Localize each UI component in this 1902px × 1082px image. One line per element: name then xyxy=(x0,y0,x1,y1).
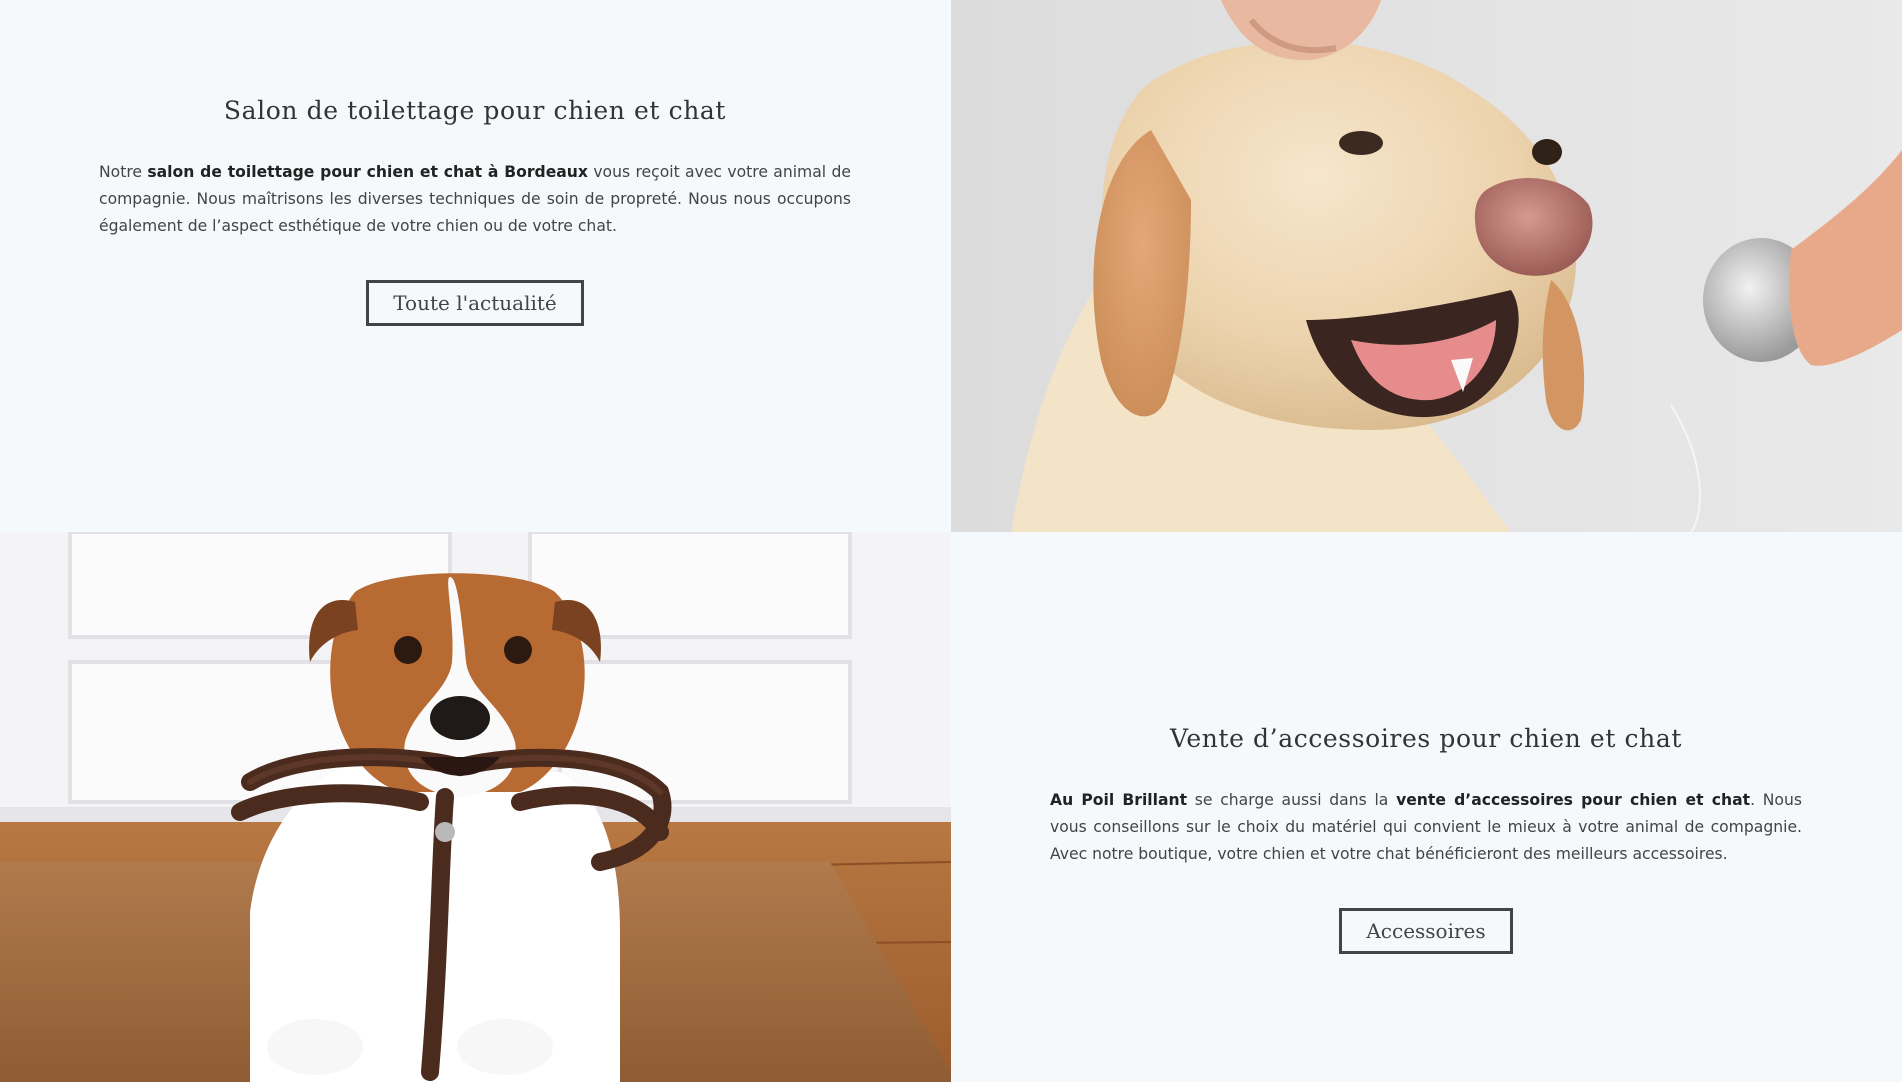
accessories-text-mid: se charge aussi dans la xyxy=(1187,791,1397,809)
accessories-section: Vente d’accessoires pour chien et chat A… xyxy=(951,532,1902,1082)
accessories-title: Vente d’accessoires pour chien et chat xyxy=(1170,724,1682,753)
accessories-text-bold-brand: Au Poil Brillant xyxy=(1050,791,1188,809)
all-news-button[interactable]: Toute l'actualité xyxy=(366,280,584,326)
labrador-bath-image xyxy=(951,0,1902,532)
grooming-description: Notre salon de toilettage pour chien et … xyxy=(99,159,851,240)
grooming-text-block: Salon de toilettage pour chien et chat N… xyxy=(99,96,851,326)
grooming-text-intro: Notre xyxy=(99,163,148,181)
accessories-description: Au Poil Brillant se charge aussi dans la… xyxy=(1050,787,1802,868)
accessories-photo xyxy=(0,532,951,1082)
jack-russell-leash-image xyxy=(0,532,951,1082)
grooming-title: Salon de toilettage pour chien et chat xyxy=(223,96,727,125)
accessories-text-block: Vente d’accessoires pour chien et chat A… xyxy=(1050,724,1802,954)
accessories-button[interactable]: Accessoires xyxy=(1339,908,1513,954)
accessories-text-bold-service: vente d’accessoires pour chien et chat xyxy=(1396,791,1751,809)
page-grid: Salon de toilettage pour chien et chat N… xyxy=(0,0,1902,1082)
grooming-section: Salon de toilettage pour chien et chat N… xyxy=(0,0,951,532)
grooming-photo xyxy=(951,0,1902,532)
grooming-text-bold: salon de toilettage pour chien et chat à… xyxy=(147,163,588,181)
